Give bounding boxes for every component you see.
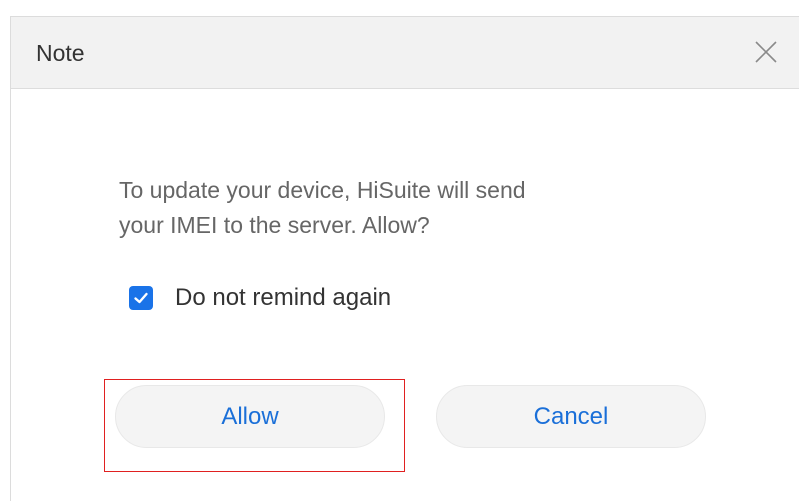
close-button[interactable] xyxy=(753,39,779,65)
note-dialog: Note To update your device, HiSuite will… xyxy=(10,16,799,501)
message-line-2: your IMEI to the server. Allow? xyxy=(119,212,430,238)
do-not-remind-checkbox[interactable] xyxy=(129,286,153,310)
dialog-message: To update your device, HiSuite will send… xyxy=(119,173,719,243)
cancel-button[interactable]: Cancel xyxy=(436,385,706,448)
dialog-titlebar: Note xyxy=(11,17,799,89)
checkbox-label: Do not remind again xyxy=(175,284,392,311)
check-icon xyxy=(134,292,148,304)
message-line-1: To update your device, HiSuite will send xyxy=(119,177,526,203)
close-icon xyxy=(755,41,777,63)
dialog-title: Note xyxy=(36,40,85,66)
do-not-remind-checkbox-row[interactable]: Do not remind again xyxy=(129,283,391,313)
allow-button[interactable]: Allow xyxy=(115,385,385,448)
